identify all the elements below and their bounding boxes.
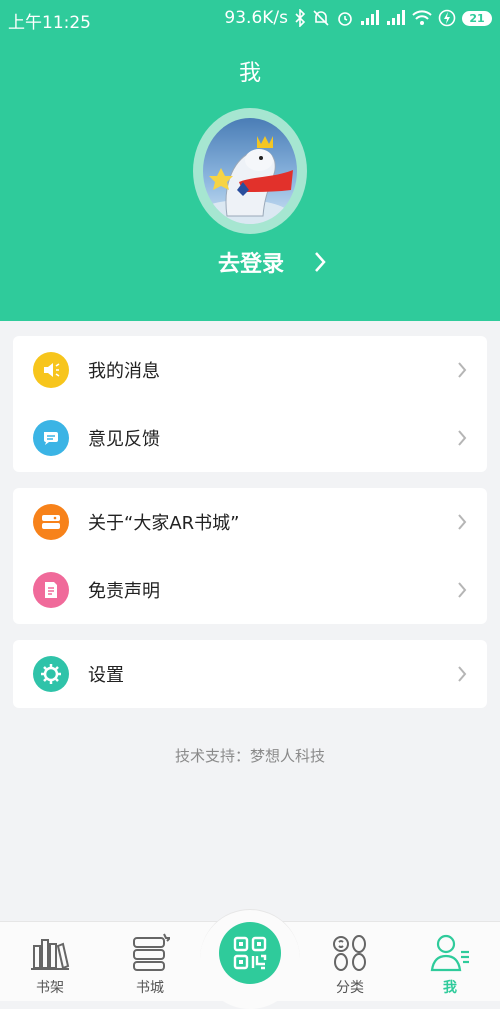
avatar[interactable] — [193, 108, 307, 234]
bookstore-icon — [133, 933, 170, 971]
chevron-right-icon — [458, 514, 467, 530]
tab-bookshelf[interactable]: 书架 — [0, 922, 100, 1001]
tab-category[interactable]: 分类 — [300, 922, 400, 1001]
menu-item-settings[interactable]: 设置 — [13, 640, 487, 708]
tech-support-note: 技术支持：梦想人科技 — [174, 747, 325, 765]
chevron-right-icon — [458, 582, 467, 598]
qr-scan-icon — [233, 936, 267, 970]
login-label: 去登录 — [218, 252, 285, 277]
info-card-icon — [33, 504, 69, 540]
bookshelf-icon — [31, 939, 70, 970]
gear-icon — [33, 656, 69, 692]
status-icons: 93.6K/s 21 — [224, 8, 492, 28]
menu-label-about: 关于“大家AR书城” — [88, 513, 240, 534]
mascot-image — [203, 118, 297, 224]
chevron-right-icon — [315, 252, 326, 272]
menu-label-disclaimer: 免责声明 — [88, 581, 160, 602]
user-icon — [430, 934, 469, 972]
page-title: 我 — [238, 61, 261, 86]
menu-item-about[interactable]: 关于“大家AR书城” — [13, 488, 487, 556]
status-time: 上午11:25 — [8, 13, 91, 33]
dolphin-mascot-icon — [203, 136, 293, 224]
charging-icon — [438, 9, 456, 27]
net-speed: 93.6K/s — [224, 8, 288, 28]
scan-button[interactable] — [219, 922, 281, 984]
menu-item-messages[interactable]: 我的消息 — [13, 336, 487, 404]
menu-label-feedback: 意见反馈 — [88, 429, 160, 450]
tab-label-category: 分类 — [336, 980, 364, 996]
menu-item-feedback[interactable]: 意见反馈 — [13, 404, 487, 472]
battery-indicator: 21 — [462, 10, 492, 26]
chat-bubble-icon — [33, 420, 69, 456]
bluetooth-icon — [295, 9, 306, 27]
tab-label-bookstore: 书城 — [136, 980, 164, 996]
menu-card-about: 关于“大家AR书城” 免责声明 — [13, 488, 487, 624]
profile-header: 上午11:25 93.6K/s 21 我 去登录 — [0, 0, 500, 321]
category-icon — [333, 935, 366, 971]
speaker-icon — [33, 352, 69, 388]
menu-label-settings: 设置 — [88, 665, 124, 686]
tab-me[interactable]: 我 — [400, 922, 500, 1001]
chevron-right-icon — [458, 362, 467, 378]
chevron-right-icon — [458, 666, 467, 682]
chevron-right-icon — [458, 430, 467, 446]
tab-label-me: 我 — [443, 980, 457, 996]
login-button[interactable]: 去登录 — [218, 246, 326, 278]
status-bar: 上午11:25 93.6K/s 21 — [0, 0, 500, 36]
alarm-icon — [338, 12, 352, 26]
menu-card-messages: 我的消息 意见反馈 — [13, 336, 487, 472]
tab-bookstore[interactable]: 书城 — [100, 922, 200, 1001]
document-icon — [33, 572, 69, 608]
signal-icon-2 — [387, 10, 405, 25]
menu-label-messages: 我的消息 — [88, 361, 160, 382]
wifi-icon — [412, 10, 432, 25]
menu-item-disclaimer[interactable]: 免责声明 — [13, 556, 487, 624]
menu-card-settings: 设置 — [13, 640, 487, 708]
tab-label-bookshelf: 书架 — [36, 980, 64, 996]
bell-muted-icon — [313, 10, 329, 26]
signal-icon — [361, 10, 379, 25]
